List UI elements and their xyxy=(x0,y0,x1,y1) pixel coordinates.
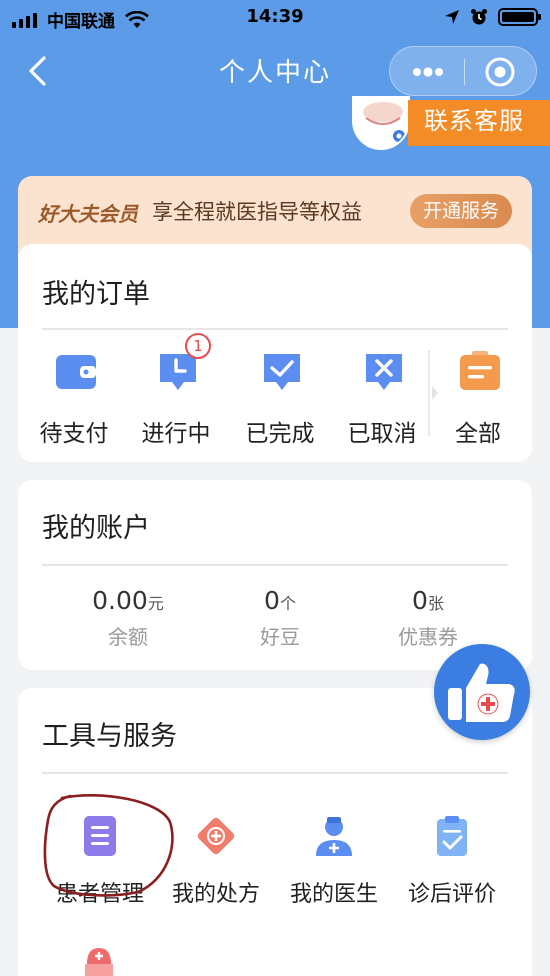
more-icon[interactable] xyxy=(410,59,446,85)
tools-title: 工具与服务 xyxy=(42,721,177,752)
prescription-icon xyxy=(197,817,235,855)
highlight-circle-annotation xyxy=(43,793,174,897)
nurse-icon[interactable] xyxy=(82,944,116,976)
divider xyxy=(42,772,508,774)
check-chat-icon xyxy=(264,354,300,390)
member-brand: 好大夫会员 xyxy=(38,202,138,226)
account-card: 我的账户 0.00元 余额 0个 好豆 0张 优惠券 xyxy=(18,480,532,670)
notification-badge: 1 xyxy=(185,333,211,359)
coupons-unit: 张 xyxy=(427,594,444,613)
tool-label: 我的医生 xyxy=(289,882,378,907)
order-label: 待支付 xyxy=(39,421,109,447)
order-label: 进行中 xyxy=(141,421,211,447)
nav-bar: 个人中心 xyxy=(0,40,550,102)
order-label: 已完成 xyxy=(245,421,315,447)
member-description: 享全程就医指导等权益 xyxy=(152,200,362,224)
close-target-icon[interactable] xyxy=(484,56,516,88)
tool-label: 诊后评价 xyxy=(407,882,496,907)
alarm-icon xyxy=(471,9,487,25)
account-title: 我的账户 xyxy=(42,513,150,544)
activate-service-button[interactable]: 开通服务 xyxy=(410,194,512,228)
wallet-icon xyxy=(56,355,96,389)
balance-item[interactable]: 0.00元 余额 xyxy=(48,586,208,650)
location-arrow-icon xyxy=(445,10,459,24)
beans-item[interactable]: 0个 好豆 xyxy=(200,586,360,650)
mini-program-capsule xyxy=(389,46,537,96)
balance-unit: 元 xyxy=(147,594,164,613)
capsule-divider xyxy=(464,59,465,85)
thumbs-up-icon xyxy=(448,663,515,722)
balance-value: 0.00 xyxy=(92,586,148,615)
x-chat-icon xyxy=(366,354,402,390)
beans-unit: 个 xyxy=(279,594,296,613)
beans-label: 好豆 xyxy=(260,625,300,649)
coupons-item[interactable]: 0张 优惠券 xyxy=(348,586,508,650)
battery-icon xyxy=(498,8,541,26)
clipboard-check-icon xyxy=(437,816,467,856)
beans-value: 0 xyxy=(264,586,280,615)
divider xyxy=(42,328,508,330)
order-label: 全部 xyxy=(455,421,501,447)
doctor-icon xyxy=(316,817,352,856)
status-bar: 中国联通 14:39 xyxy=(0,0,550,36)
floating-feedback-button[interactable] xyxy=(434,644,530,740)
balance-label: 余额 xyxy=(108,625,148,649)
coupons-value: 0 xyxy=(412,586,428,615)
orders-box-icon xyxy=(460,351,500,390)
contact-service-button[interactable]: 联系客服 xyxy=(408,100,550,146)
orders-title: 我的订单 xyxy=(42,279,150,310)
order-label: 已取消 xyxy=(347,421,417,447)
orders-card: 我的订单 待支付 进行中 已完成 已取消 全部 xyxy=(18,244,532,462)
divider xyxy=(42,564,508,566)
